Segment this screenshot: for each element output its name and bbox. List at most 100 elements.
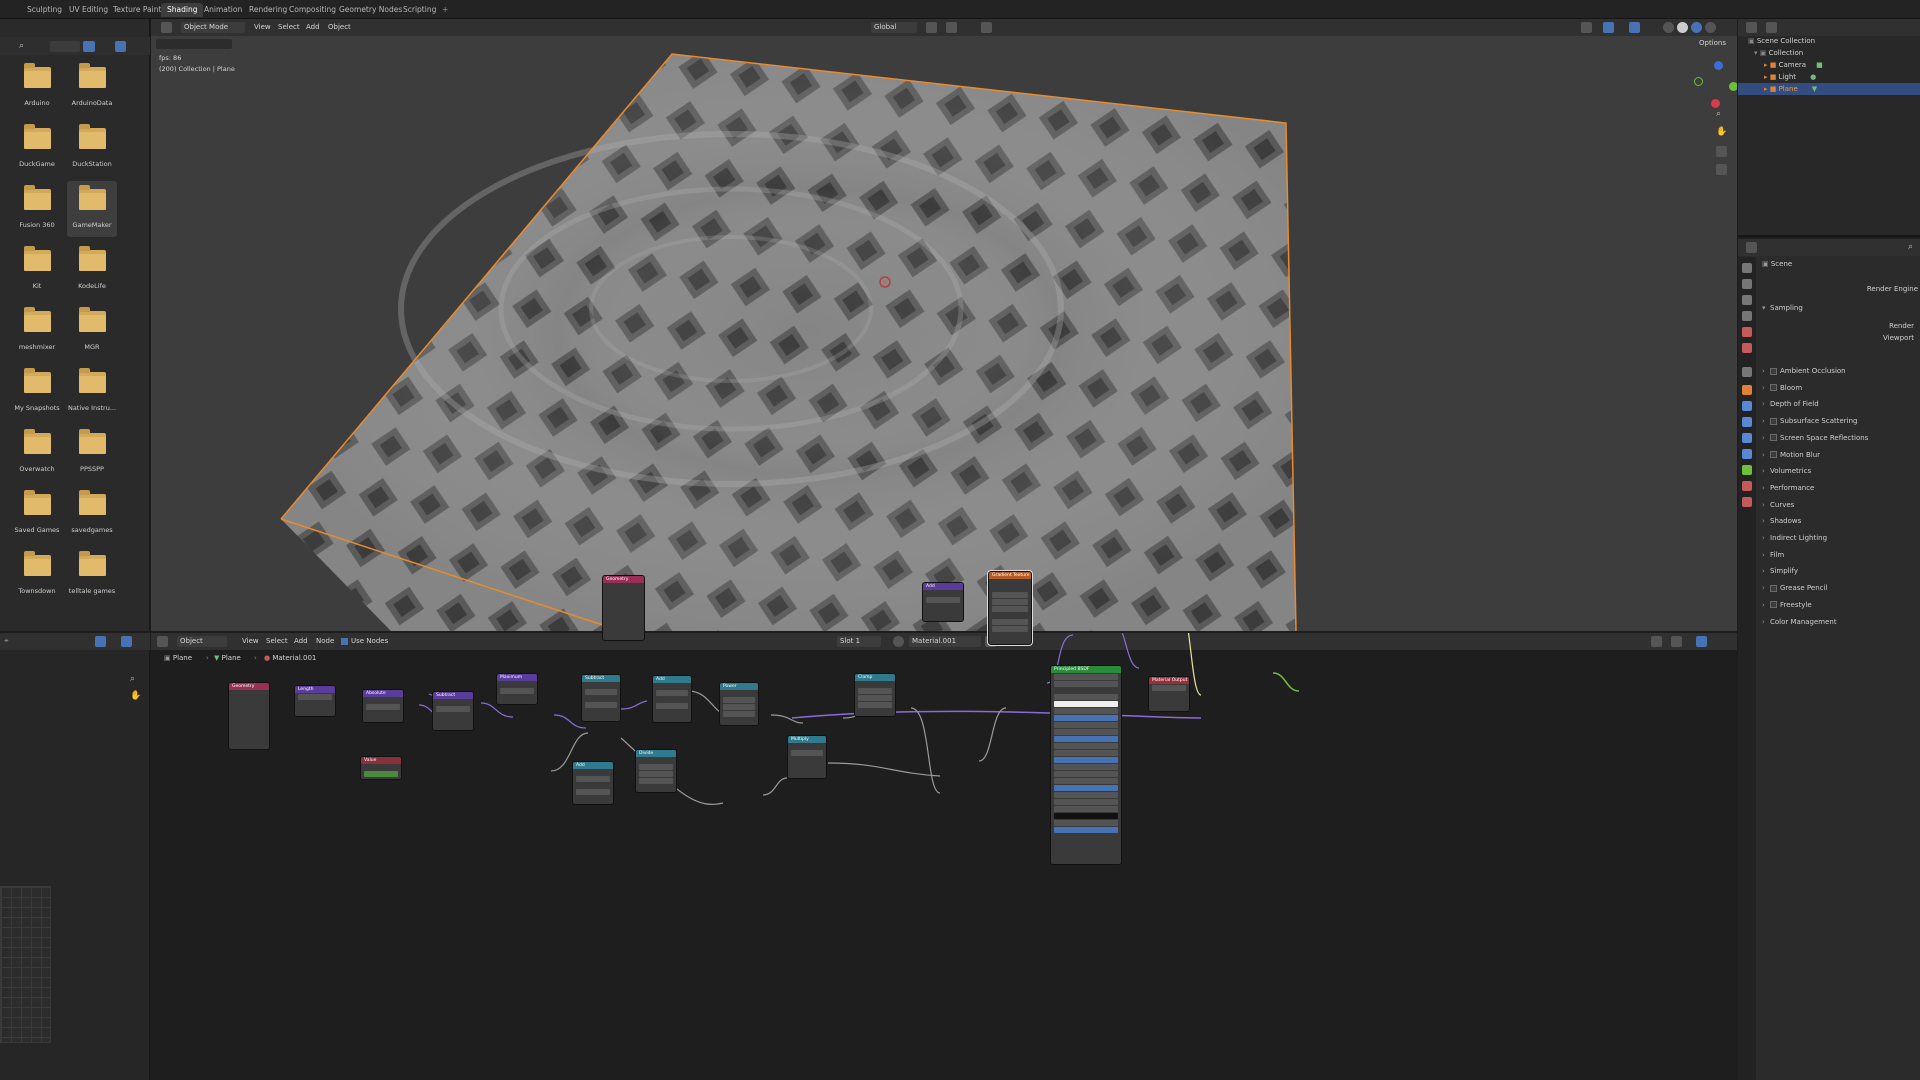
ortho-toggle-icon[interactable] — [1716, 164, 1727, 175]
folder-item[interactable]: GameMaker — [67, 181, 117, 237]
panel-motion-blur[interactable]: › Motion Blur — [1762, 448, 1820, 462]
folder-item[interactable]: ArduinoData — [67, 59, 117, 115]
shader-node-editor[interactable]: Object View Select Add Node Use Nodes Sl… — [151, 570, 1737, 1080]
node-power[interactable]: Power — [719, 682, 759, 726]
particles-tab-icon[interactable] — [1742, 417, 1752, 427]
panel-freestyle[interactable]: › Freestyle — [1762, 598, 1812, 612]
camera-view-icon[interactable] — [1716, 146, 1727, 157]
folder-item[interactable]: My Snapshots — [12, 364, 62, 420]
output-tab-icon[interactable] — [1742, 295, 1752, 305]
panel-depth-of-field[interactable]: › Depth of Field — [1762, 397, 1819, 411]
node-geometry-top[interactable]: Geometry — [602, 575, 645, 641]
node-multiply[interactable]: Multiply — [787, 735, 827, 779]
node-vector-add-2[interactable]: Add — [572, 761, 614, 805]
node-length[interactable]: Length — [294, 685, 336, 717]
node-add[interactable]: Add — [652, 675, 692, 723]
outliner-row-collection[interactable]: ▾ ▣ Collection — [1738, 47, 1920, 59]
node-value[interactable]: Value — [360, 756, 402, 780]
tab-layout[interactable] — [0, 3, 8, 17]
object-tab-icon[interactable] — [1742, 385, 1752, 395]
panel-performance[interactable]: › Performance — [1762, 481, 1814, 495]
node-maximum[interactable]: Maximum — [496, 673, 538, 705]
outliner-row-scene-collection[interactable]: ▣ Scene Collection — [1738, 35, 1920, 47]
panel-color-management[interactable]: › Color Management — [1762, 615, 1837, 629]
tab-texture-paint[interactable]: Texture Paint — [107, 3, 167, 17]
3d-viewport[interactable]: Object Mode View Select Add Object Globa… — [151, 19, 1737, 631]
folder-item[interactable]: Townsdown — [12, 547, 62, 603]
panel-grease-pencil[interactable]: › Grease Pencil — [1762, 581, 1827, 595]
zoom-icon[interactable]: ⌕ — [1716, 109, 1727, 120]
view-layer-tab-icon[interactable] — [1742, 311, 1752, 321]
display-mode-buttons[interactable] — [50, 41, 80, 52]
folder-item[interactable]: telltale games — [67, 547, 117, 603]
node-divide[interactable]: Divide — [635, 749, 677, 793]
panel-curves[interactable]: › Curves — [1762, 498, 1794, 512]
folder-item[interactable]: Kit — [12, 242, 62, 298]
search-icon[interactable]: ⌕ — [19, 41, 30, 52]
node-absolute[interactable]: Absolute — [362, 689, 404, 723]
panel-subsurface-scattering[interactable]: › Subsurface Scattering — [1762, 414, 1858, 428]
world-tab-icon[interactable] — [1742, 343, 1752, 353]
folder-item[interactable]: MGR — [67, 303, 117, 359]
folder-item[interactable]: Arduino — [12, 59, 62, 115]
physics-tab-icon[interactable] — [1742, 433, 1752, 443]
node-subtract[interactable]: Subtract — [581, 674, 621, 722]
render-tab-icon[interactable] — [1742, 279, 1752, 289]
node-geometry-left[interactable]: Geometry — [228, 682, 270, 750]
display-mode-icon[interactable] — [1766, 22, 1777, 33]
panel-ambient-occlusion[interactable]: › Ambient Occlusion — [1762, 364, 1846, 378]
folder-item[interactable]: DuckGame — [12, 120, 62, 176]
panel-volumetrics[interactable]: › Volumetrics — [1762, 464, 1811, 478]
properties-search-icon[interactable]: ⌕ — [1908, 242, 1919, 253]
tab-animation[interactable]: Animation — [198, 3, 248, 17]
properties-editor-icon[interactable] — [1746, 242, 1757, 253]
modifier-tab-icon[interactable] — [1742, 401, 1752, 411]
gizmo-x-axis[interactable] — [1711, 99, 1720, 108]
panel-shadows[interactable]: › Shadows — [1762, 514, 1801, 528]
folder-item[interactable]: Native Instru... — [67, 364, 117, 420]
panel-film[interactable]: › Film — [1762, 548, 1784, 562]
filter-icon[interactable] — [115, 41, 126, 52]
folder-item[interactable]: KodeLife — [67, 242, 117, 298]
navigation-gizmo[interactable] — [1681, 55, 1737, 115]
panel-enable-checkbox[interactable] — [1770, 367, 1777, 375]
pan-hand-icon[interactable]: ✋ — [1716, 127, 1727, 138]
folder-item[interactable]: Fusion 360 — [12, 181, 62, 237]
gizmo-neg-y-axis[interactable] — [1694, 77, 1703, 86]
image-preview-area[interactable] — [0, 886, 51, 1043]
node-principled-bsdf[interactable]: Principled BSDF — [1050, 665, 1122, 865]
panel-enable-checkbox[interactable] — [1770, 601, 1777, 609]
texture-tab-icon[interactable] — [1742, 497, 1752, 507]
node-clamp[interactable]: Clamp — [854, 673, 896, 717]
panel-bloom[interactable]: › Bloom — [1762, 381, 1802, 395]
folder-item[interactable]: Saved Games — [12, 486, 62, 542]
sampling-panel-header[interactable]: ▾ Sampling — [1762, 301, 1803, 315]
tool-tab-icon[interactable] — [1742, 263, 1752, 273]
add-workspace-icon[interactable]: + — [436, 3, 454, 17]
overlay-toggle-icon-2[interactable] — [121, 636, 132, 647]
folder-item[interactable]: PPSSPP — [67, 425, 117, 481]
panel-screen-space-reflections[interactable]: › Screen Space Reflections — [1762, 431, 1868, 445]
outliner-row-light[interactable]: ▸ ■ Light ● — [1738, 71, 1920, 83]
panel-simplify[interactable]: › Simplify — [1762, 564, 1798, 578]
material-tab-icon[interactable] — [1742, 481, 1752, 491]
gizmo-toggle-icon-2[interactable] — [95, 636, 106, 647]
folder-item[interactable]: DuckStation — [67, 120, 117, 176]
panel-enable-checkbox[interactable] — [1770, 417, 1777, 425]
panel-enable-checkbox[interactable] — [1770, 451, 1777, 458]
outliner-editor-icon[interactable] — [1746, 22, 1757, 33]
panel-enable-checkbox[interactable] — [1770, 434, 1777, 442]
thumbnail-view-icon[interactable] — [83, 41, 95, 52]
panel-enable-checkbox[interactable] — [1770, 584, 1777, 592]
scene-tab-icon[interactable] — [1742, 327, 1752, 337]
pan-hand-icon-2[interactable]: ✋ — [130, 691, 141, 702]
gizmo-y-axis[interactable] — [1729, 82, 1737, 91]
node-gradient-texture[interactable]: Gradient Texture — [987, 570, 1033, 646]
folder-item[interactable]: savedgames — [67, 486, 117, 542]
zoom-icon-2[interactable]: ⌕ — [130, 674, 141, 685]
outliner-row-camera[interactable]: ▸ ■ Camera ■ — [1738, 59, 1920, 71]
panel-enable-checkbox[interactable] — [1770, 384, 1777, 392]
pin-icon[interactable]: ⌖ — [4, 636, 15, 647]
folder-item[interactable]: meshmixer — [12, 303, 62, 359]
tab-sculpting[interactable]: Sculpting — [21, 3, 68, 17]
